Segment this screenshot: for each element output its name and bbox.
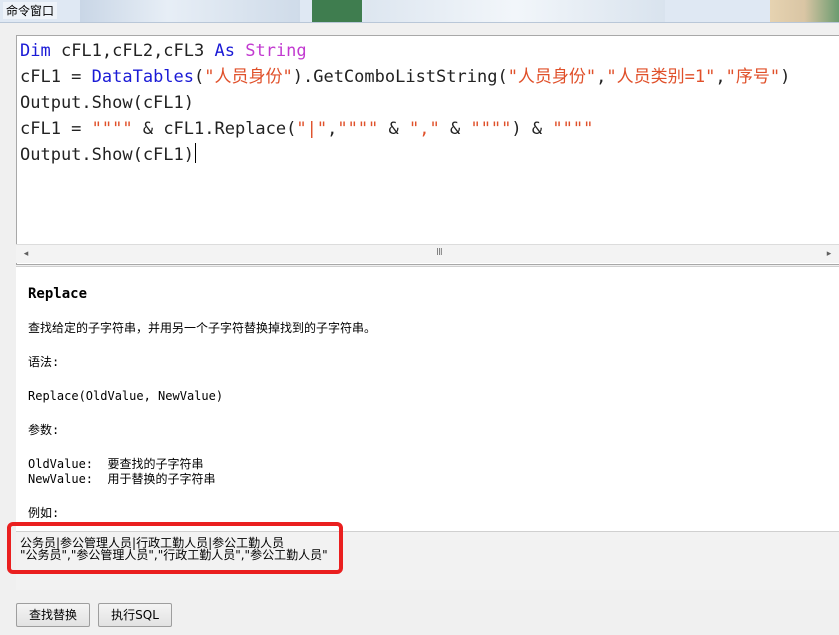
code-token: ).GetComboListString( — [292, 67, 508, 87]
help-syntax: Replace(OldValue, NewValue) — [28, 389, 224, 403]
code-token: , — [715, 67, 726, 87]
background-window-strip — [770, 0, 839, 22]
code-text[interactable]: Dim cFL1,cFL2,cFL3 As String cFL1 = Data… — [20, 38, 790, 168]
code-token: , — [596, 67, 607, 87]
code-line[interactable]: Dim cFL1,cFL2,cFL3 As String — [20, 41, 307, 61]
help-params-label: 参数: — [28, 423, 60, 437]
help-example-label: 例如: — [28, 506, 60, 520]
help-param-oldvalue: OldValue: 要查找的子字符串 — [28, 457, 204, 471]
code-token: , — [327, 119, 338, 139]
code-token: & — [439, 119, 471, 139]
code-token: """" — [337, 119, 379, 139]
code-token: "人员身份" — [204, 67, 293, 87]
code-token: cFL1,cFL2,cFL3 — [50, 41, 215, 61]
code-token: cFL1 = — [20, 67, 92, 87]
help-param-newvalue: NewValue: 用于替换的子字符串 — [28, 472, 216, 486]
help-panel: Replace 查找给定的子字符串，并用另一个子字符替换掉找到的子字符串。 语法… — [16, 266, 839, 531]
scroll-grip-icon[interactable]: III — [436, 247, 443, 258]
code-token: ) — [780, 67, 791, 87]
code-editor[interactable]: Dim cFL1,cFL2,cFL3 As String cFL1 = Data… — [16, 35, 839, 265]
code-token: & — [378, 119, 410, 139]
code-token: ) & — [511, 119, 553, 139]
scroll-left-icon[interactable]: ◂ — [18, 245, 34, 263]
code-token: "," — [409, 119, 440, 139]
code-token: """" — [91, 119, 133, 139]
code-token: Output.Show(cFL1) — [20, 145, 194, 165]
code-line[interactable]: cFL1 = """" & cFL1.Replace("|","""" & ",… — [20, 119, 593, 139]
code-token: ( — [194, 67, 205, 87]
code-line[interactable]: Output.Show(cFL1) — [20, 93, 194, 113]
code-token: cFL1 = — [20, 119, 92, 139]
find-replace-button[interactable]: 查找替换 — [16, 603, 90, 627]
code-token: "人员身份" — [507, 67, 597, 87]
code-token: """" — [552, 119, 594, 139]
horizontal-scrollbar[interactable]: ◂ III ▸ — [16, 244, 839, 263]
window-title: 命令窗口 — [3, 2, 58, 19]
code-token: As — [214, 41, 235, 61]
code-token: "|" — [296, 119, 328, 139]
code-token: & cFL1.Replace( — [132, 119, 297, 139]
help-syntax-label: 语法: — [28, 355, 60, 369]
code-token: "人员类别=1" — [606, 67, 716, 87]
code-token: Output.Show(cFL1) — [20, 93, 194, 113]
code-token: "序号" — [725, 67, 781, 87]
background-window-strip — [365, 0, 665, 22]
code-token: Dim — [20, 41, 51, 61]
help-title: Replace — [28, 286, 88, 302]
background-window-strip — [80, 0, 300, 22]
highlight-box — [7, 522, 343, 574]
code-token: DataTables — [91, 67, 195, 87]
title-bar: 命令窗口 — [0, 0, 839, 23]
background-window-strip — [312, 0, 362, 22]
code-line[interactable]: cFL1 = DataTables("人员身份").GetComboListSt… — [20, 67, 790, 87]
scroll-right-icon[interactable]: ▸ — [821, 245, 837, 263]
code-line[interactable]: Output.Show(cFL1) — [20, 143, 196, 165]
code-token: """" — [470, 119, 512, 139]
run-sql-button[interactable]: 执行SQL — [98, 603, 172, 627]
text-caret — [195, 143, 196, 163]
code-token: String — [245, 41, 307, 61]
help-description: 查找给定的子字符串，并用另一个子字符替换掉找到的子字符串。 — [28, 321, 377, 335]
